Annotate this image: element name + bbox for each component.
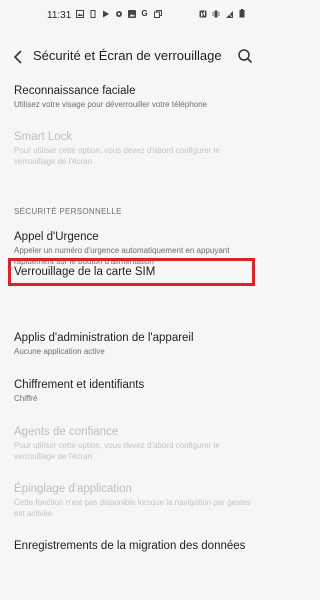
setting-title: Chiffrement et identifiants: [14, 379, 145, 391]
copy-icon: [153, 9, 162, 18]
setting-title: Épinglage d'application: [14, 483, 132, 495]
setting-facial-recognition[interactable]: Reconnaissance faciale Utilisez votre vi…: [14, 84, 260, 111]
photo-icon: [75, 9, 84, 18]
toolbar: Sécurité et Écran de verrouillage: [0, 38, 268, 74]
mute-icon: [224, 9, 233, 18]
setting-device-admin-apps[interactable]: Applis d'administration de l'appareil Au…: [14, 331, 260, 358]
page-title: Sécurité et Écran de verrouillage: [33, 48, 222, 63]
nfc-icon: [198, 9, 207, 18]
vibrate-icon: [88, 9, 97, 18]
status-bar: 11:31 G: [0, 0, 268, 30]
setting-subtitle: Cette fonction n'est pas disponible lors…: [14, 498, 251, 518]
gear-icon: [114, 9, 123, 18]
notification-icons: G: [75, 9, 162, 18]
back-arrow-icon: [13, 50, 22, 64]
setting-app-pinning: Épinglage d'application Cette fonction n…: [14, 482, 260, 519]
image-icon: [127, 9, 136, 18]
google-icon: G: [141, 8, 148, 18]
setting-subtitle: Pour utiliser cette option, vous devez d…: [14, 441, 220, 461]
setting-encryption-credentials[interactable]: Chiffrement et identifiants Chiffré: [14, 378, 260, 405]
section-header-personal-security: SÉCURITÉ PERSONNELLE: [14, 207, 122, 216]
play-store-icon: [101, 9, 110, 18]
back-button[interactable]: [8, 46, 30, 68]
setting-title: Agents de confiance: [14, 426, 119, 438]
setting-subtitle: Chiffré: [14, 394, 38, 403]
search-button[interactable]: [234, 45, 256, 67]
vibrate-icon: [211, 9, 220, 18]
setting-title: Reconnaissance faciale: [14, 85, 136, 97]
setting-title: Applis d'administration de l'appareil: [14, 332, 194, 344]
system-icons: [198, 9, 246, 18]
setting-trust-agents: Agents de confiance Pour utiliser cette …: [14, 425, 260, 462]
battery-icon: [237, 9, 246, 18]
setting-smart-lock: Smart Lock Pour utiliser cette option, v…: [14, 130, 260, 167]
setting-data-migration-records[interactable]: Enregistrements de la migration des donn…: [14, 539, 260, 553]
setting-subtitle: Pour utiliser cette option, vous devez d…: [14, 146, 220, 166]
search-icon: [238, 49, 253, 64]
setting-title: Enregistrements de la migration des donn…: [14, 540, 246, 552]
setting-title: Appel d'Urgence: [14, 231, 99, 243]
status-time: 11:31: [47, 10, 72, 21]
setting-subtitle: Utilisez votre visage pour déverrouiller…: [14, 100, 207, 109]
setting-title: Smart Lock: [14, 131, 73, 143]
setting-subtitle: Aucune application active: [14, 347, 105, 356]
highlight-box: [8, 258, 255, 286]
